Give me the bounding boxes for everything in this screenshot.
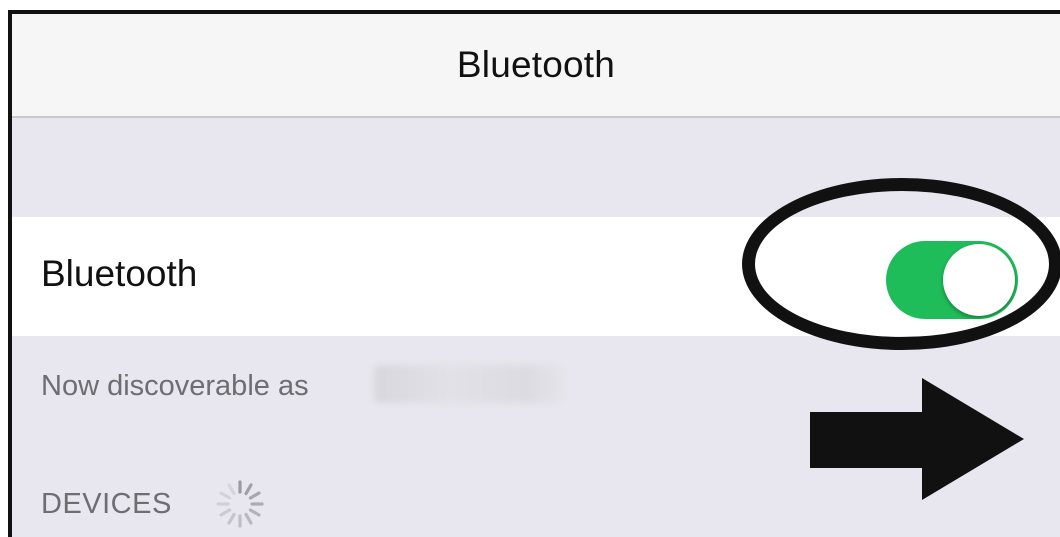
right-arrow-icon (810, 378, 1024, 500)
bluetooth-row-label: Bluetooth (41, 253, 198, 294)
redacted-device-name (374, 365, 564, 403)
discoverable-status-text: Now discoverable as (41, 370, 309, 402)
spinner-icon (216, 480, 264, 528)
page-title: Bluetooth (456, 44, 616, 85)
oval-highlight (742, 178, 1060, 350)
navigation-bar: Bluetooth (12, 14, 1060, 118)
devices-section-header: DEVICES (41, 488, 172, 520)
